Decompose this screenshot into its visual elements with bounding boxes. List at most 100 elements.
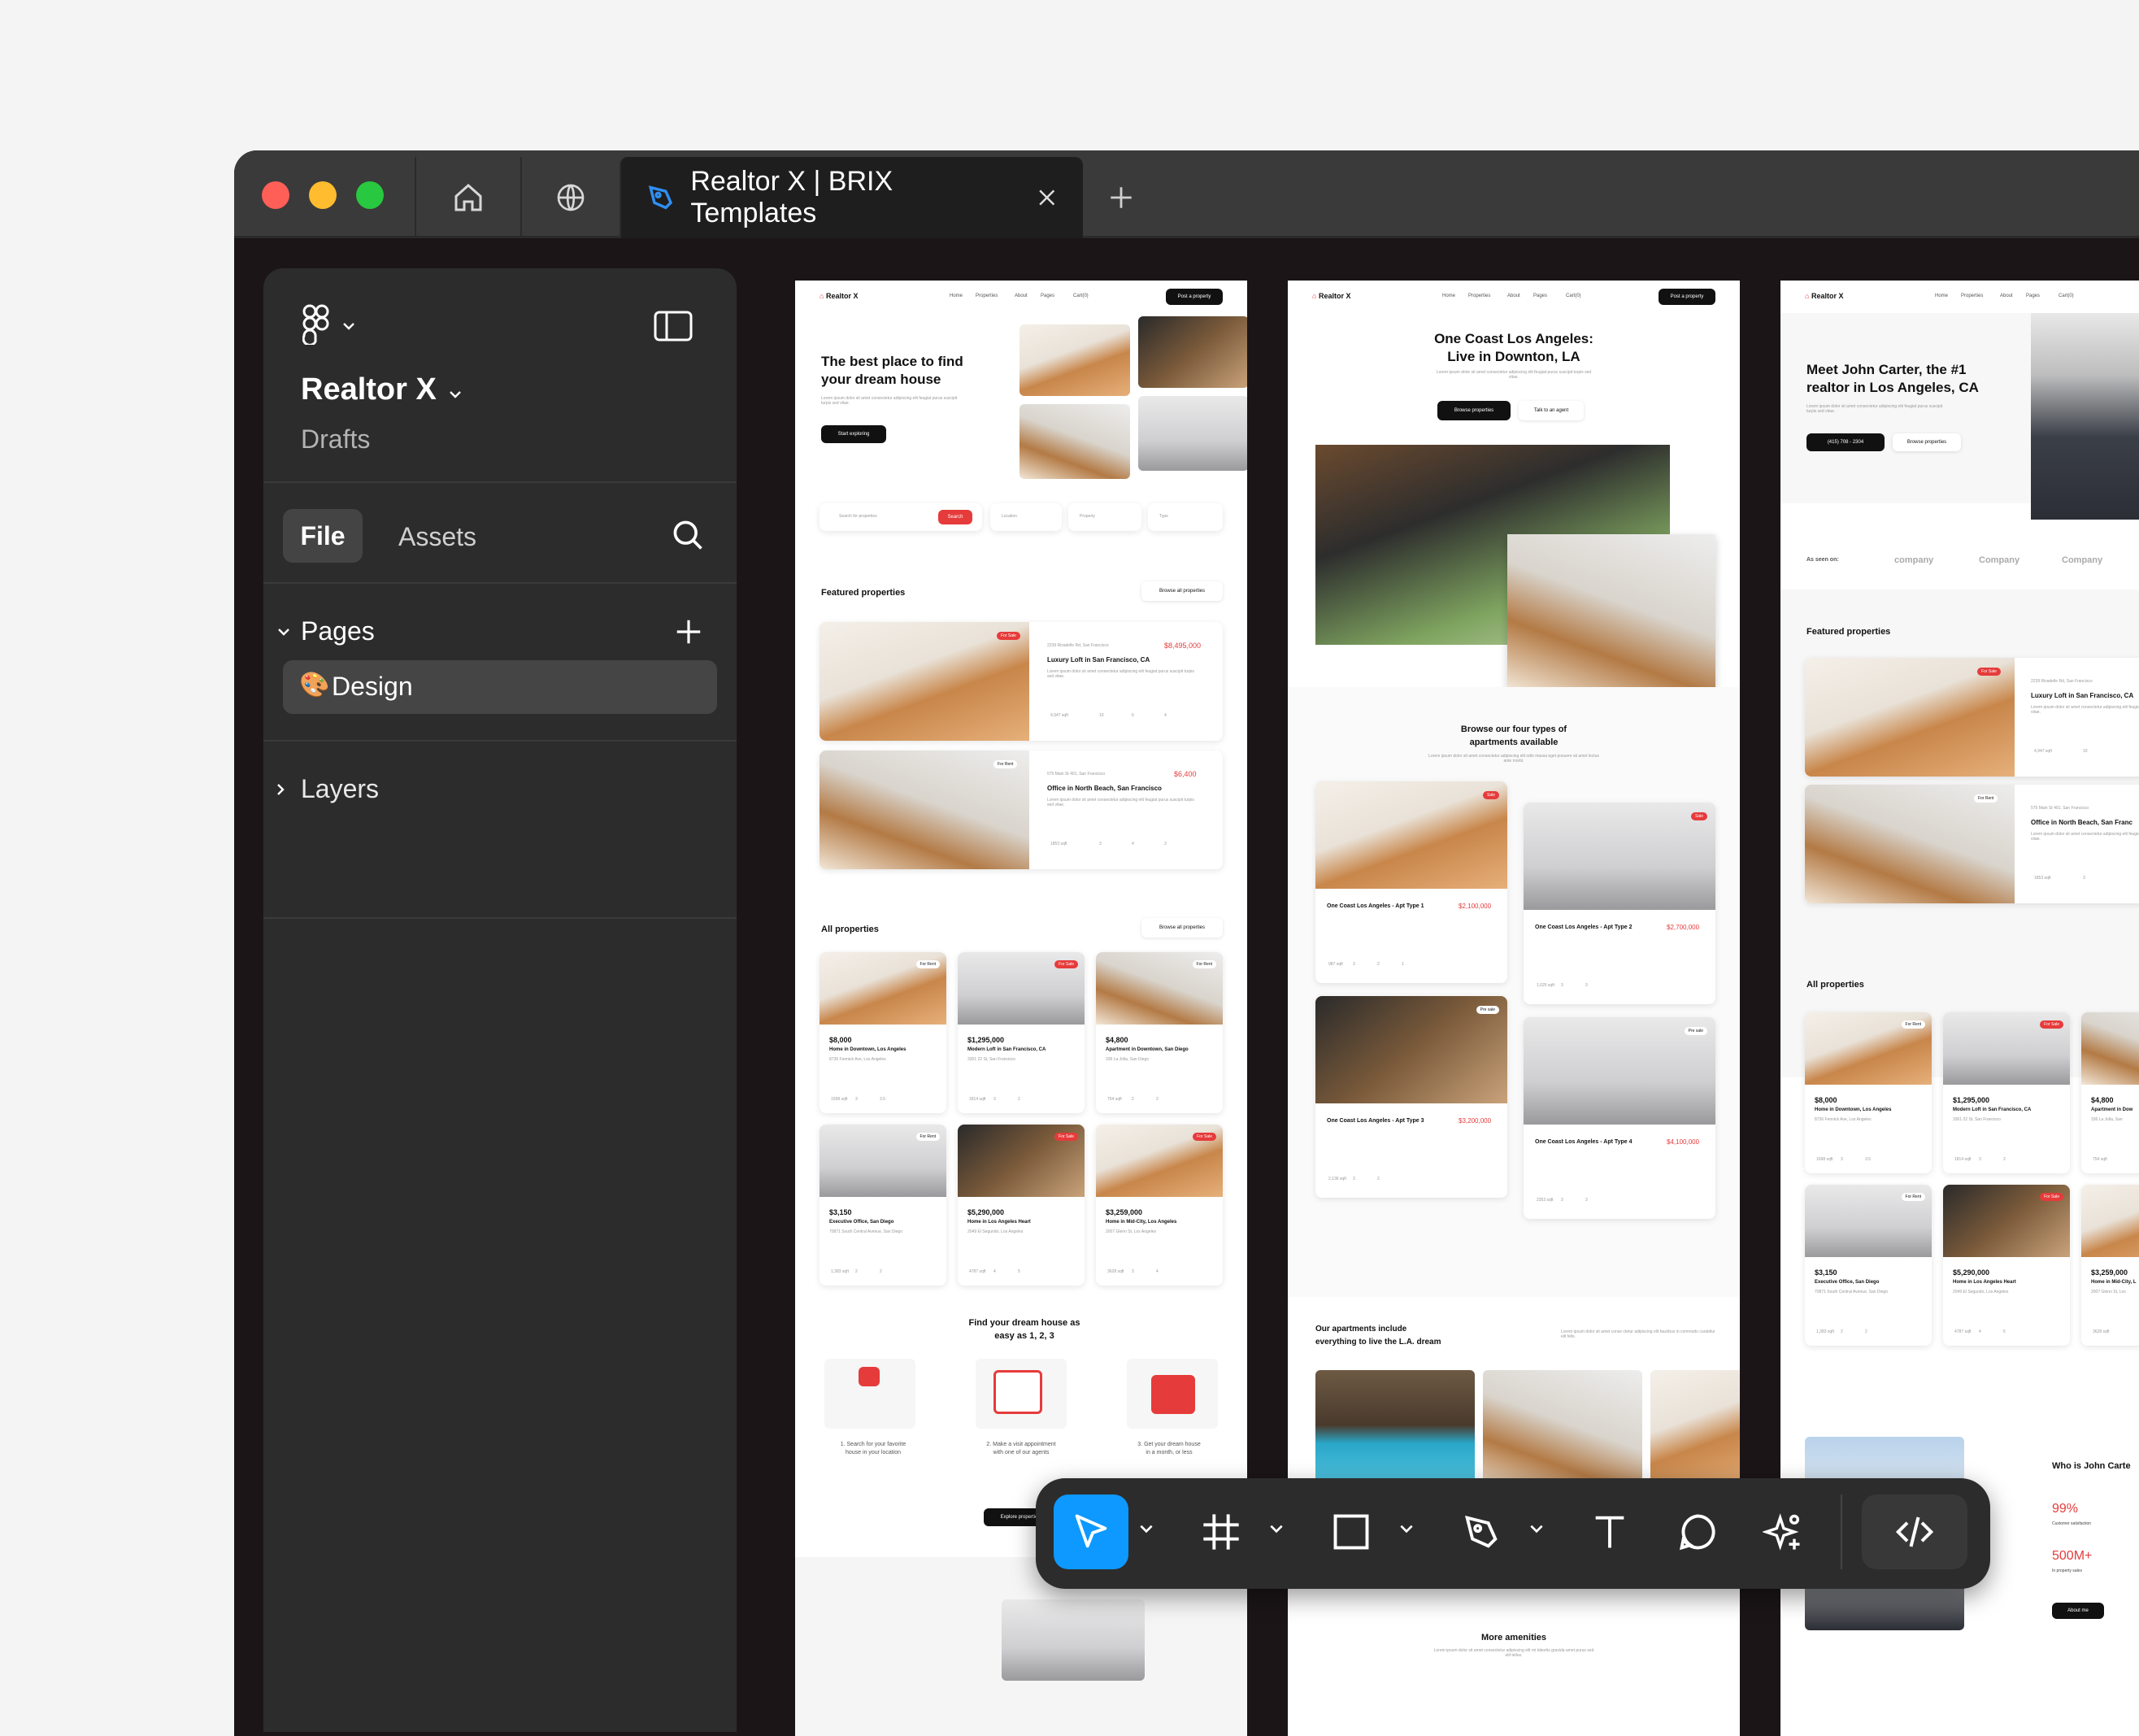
property-card[interactable]: For Sale $1,295,000 Modern Loft in San Fra… <box>958 952 1085 1113</box>
property-title[interactable]: Apartment in Downtown, San Diego <box>1106 1047 1189 1052</box>
property-card[interactable]: For Rent $3,150 Executive Office, San Dieg… <box>820 1125 946 1286</box>
maximize-window-button[interactable] <box>356 181 384 209</box>
talk-to-agent-button[interactable]: Talk to an agent <box>1519 401 1584 420</box>
nav-properties[interactable]: Properties <box>976 294 998 298</box>
new-tab-button[interactable] <box>1085 157 1158 238</box>
about-me-button[interactable]: About me <box>2052 1603 2104 1619</box>
property-title[interactable]: Home in Downtown, Los Angeles <box>1815 1107 1891 1112</box>
figma-logo-icon[interactable] <box>302 304 330 345</box>
property-card[interactable]: For Sale $5,290,000 Home in Los Angeles He… <box>1943 1185 2070 1346</box>
filter-property[interactable]: Property <box>1068 503 1141 531</box>
layers-header[interactable]: Layers <box>301 774 379 804</box>
search-input[interactable]: Search for properties <box>839 514 877 519</box>
featured-card[interactable]: For Sale 2239 Rivadelle Rd, San Francisc… <box>820 622 1223 741</box>
property-title[interactable]: Modern Loft in San Francisco, CA <box>967 1047 1046 1052</box>
featured-card[interactable]: For Rent 575 Main St 401, San Francisco … <box>820 751 1223 869</box>
nav-cart[interactable]: Cart(0) <box>1566 294 1581 298</box>
apartment-type-card[interactable]: Pre sale One Coast Los Angeles - Apt Type… <box>1524 1017 1715 1219</box>
nav-pages[interactable]: Pages <box>1533 294 1547 298</box>
chevron-down-icon[interactable] <box>1268 1521 1285 1537</box>
project-chevron-icon[interactable] <box>447 389 463 400</box>
add-page-icon[interactable] <box>673 616 704 647</box>
comment-tool-button[interactable] <box>1660 1495 1735 1569</box>
property-card[interactable]: $3,259,000 Home in Mid-City, L 2007 Glenn … <box>2081 1185 2139 1346</box>
actions-tool-button[interactable] <box>1746 1495 1821 1569</box>
phone-button[interactable]: (415) 708 - 2304 <box>1806 433 1885 451</box>
browse-properties-button[interactable]: Browse properties <box>1437 401 1511 420</box>
property-title[interactable]: Executive Office, San Diego <box>1815 1280 1879 1285</box>
home-tab[interactable] <box>415 157 520 238</box>
property-card[interactable]: For Rent $8,000 Home in Downtown, Los Ange… <box>1805 1012 1932 1173</box>
chevron-down-icon[interactable] <box>1138 1521 1154 1537</box>
move-tool-button[interactable] <box>1054 1495 1128 1569</box>
nav-pages[interactable]: Pages <box>1041 294 1054 298</box>
nav-cart[interactable]: Cart(0) <box>1073 294 1089 298</box>
apartment-title[interactable]: One Coast Los Angeles - Apt Type 2 <box>1535 925 1633 930</box>
assets-tab[interactable]: Assets <box>398 522 476 552</box>
nav-cart[interactable]: Cart(0) <box>2059 294 2074 298</box>
property-card[interactable]: For Rent $3,150 Executive Office, San Dieg… <box>1805 1185 1932 1346</box>
chevron-down-icon[interactable] <box>1528 1521 1545 1537</box>
apartment-title[interactable]: One Coast Los Angeles - Apt Type 1 <box>1327 903 1424 909</box>
sidebar-toggle-icon[interactable] <box>654 311 693 342</box>
pen-tool-button[interactable] <box>1444 1495 1519 1569</box>
property-title[interactable]: Modern Loft in San Francisco, CA <box>1953 1107 2031 1112</box>
chevron-down-icon[interactable] <box>341 320 356 332</box>
property-title[interactable]: Apartment in Dow <box>2091 1107 2132 1112</box>
dev-mode-toggle[interactable] <box>1862 1495 1967 1569</box>
property-card[interactable]: For Rent $4,800 Apartment in Downtown, San… <box>1096 952 1223 1113</box>
property-title[interactable]: Home in Mid-City, Los Angeles <box>1106 1220 1176 1225</box>
text-tool-button[interactable] <box>1572 1495 1647 1569</box>
close-window-button[interactable] <box>262 181 289 209</box>
nav-properties[interactable]: Properties <box>1961 294 1983 298</box>
filter-location[interactable]: Location <box>990 503 1062 531</box>
property-title[interactable]: Office in North Beach, San Franc <box>2031 819 2132 826</box>
frame-tool-button[interactable] <box>1184 1495 1259 1569</box>
property-title[interactable]: Home in Los Angeles Heart <box>1953 1280 2016 1285</box>
search-button[interactable]: Search <box>938 510 972 524</box>
nav-about[interactable]: About <box>1507 294 1520 298</box>
nav-about[interactable]: About <box>2000 294 2013 298</box>
nav-about[interactable]: About <box>1015 294 1028 298</box>
property-title[interactable]: Home in Los Angeles Heart <box>967 1220 1031 1225</box>
layers-expand-icon[interactable] <box>275 782 286 797</box>
pages-collapse-icon[interactable] <box>276 626 291 637</box>
nav-home[interactable]: Home <box>1935 294 1948 298</box>
file-tab[interactable]: File <box>283 509 363 563</box>
chevron-down-icon[interactable] <box>1398 1521 1415 1537</box>
property-card[interactable]: $4,800 Apartment in Dow 336 La Jolla, San 7… <box>2081 1012 2139 1173</box>
property-title[interactable]: Home in Mid-City, L <box>2091 1280 2137 1285</box>
post-property-button[interactable]: Post a property <box>1166 289 1223 305</box>
nav-pages[interactable]: Pages <box>2026 294 2040 298</box>
apartment-title[interactable]: One Coast Los Angeles - Apt Type 3 <box>1327 1118 1424 1124</box>
property-title[interactable]: Luxury Loft in San Francisco, CA <box>2031 692 2133 699</box>
nav-home[interactable]: Home <box>950 294 963 298</box>
property-card[interactable]: For Sale $5,290,000 Home in Los Angeles He… <box>958 1125 1085 1286</box>
minimize-window-button[interactable] <box>309 181 337 209</box>
project-name[interactable]: Realtor X <box>301 372 437 407</box>
property-card[interactable]: For Sale $3,259,000 Home in Mid-City, Los … <box>1096 1125 1223 1286</box>
browse-properties-button[interactable]: Browse properties <box>1893 433 1961 451</box>
property-title[interactable]: Luxury Loft in San Francisco, CA <box>1047 656 1150 664</box>
property-card[interactable]: For Sale $1,295,000 Modern Loft in San Fra… <box>1943 1012 2070 1173</box>
tab-realtor-x[interactable]: Realtor X | BRIX Templates <box>620 157 1083 238</box>
apartment-type-card[interactable]: Sale One Coast Los Angeles - Apt Type 1 $2… <box>1315 781 1507 983</box>
apartment-type-card[interactable]: Pre sale One Coast Los Angeles - Apt Type… <box>1315 996 1507 1198</box>
post-property-button[interactable]: Post a property <box>1659 289 1715 305</box>
close-tab-icon[interactable] <box>1035 185 1059 210</box>
property-title[interactable]: Executive Office, San Diego <box>829 1220 893 1225</box>
search-icon[interactable] <box>670 517 706 553</box>
property-card[interactable]: For Rent $8,000 Home in Downtown, Los Ange… <box>820 952 946 1113</box>
nav-home[interactable]: Home <box>1442 294 1455 298</box>
apartment-type-card[interactable]: Sale One Coast Los Angeles - Apt Type 2 $2… <box>1524 803 1715 1004</box>
shape-tool-button[interactable] <box>1314 1495 1389 1569</box>
browse-all-button[interactable]: Browse all properties <box>1141 581 1223 601</box>
page-item-design[interactable]: 🎨 Design <box>283 660 717 714</box>
featured-card[interactable]: For Rent 575 Main St 401, San Francisco … <box>1805 785 2139 903</box>
start-exploring-button[interactable]: Start exploring <box>821 425 886 443</box>
browse-all-button[interactable]: Browse all properties <box>1141 918 1223 938</box>
featured-card[interactable]: For Sale 2239 Rivadelle Rd, San Francisc… <box>1805 658 2139 777</box>
filter-type[interactable]: Type <box>1148 503 1223 531</box>
pages-header[interactable]: Pages <box>301 616 375 646</box>
property-title[interactable]: Home in Downtown, Los Angeles <box>829 1047 906 1052</box>
